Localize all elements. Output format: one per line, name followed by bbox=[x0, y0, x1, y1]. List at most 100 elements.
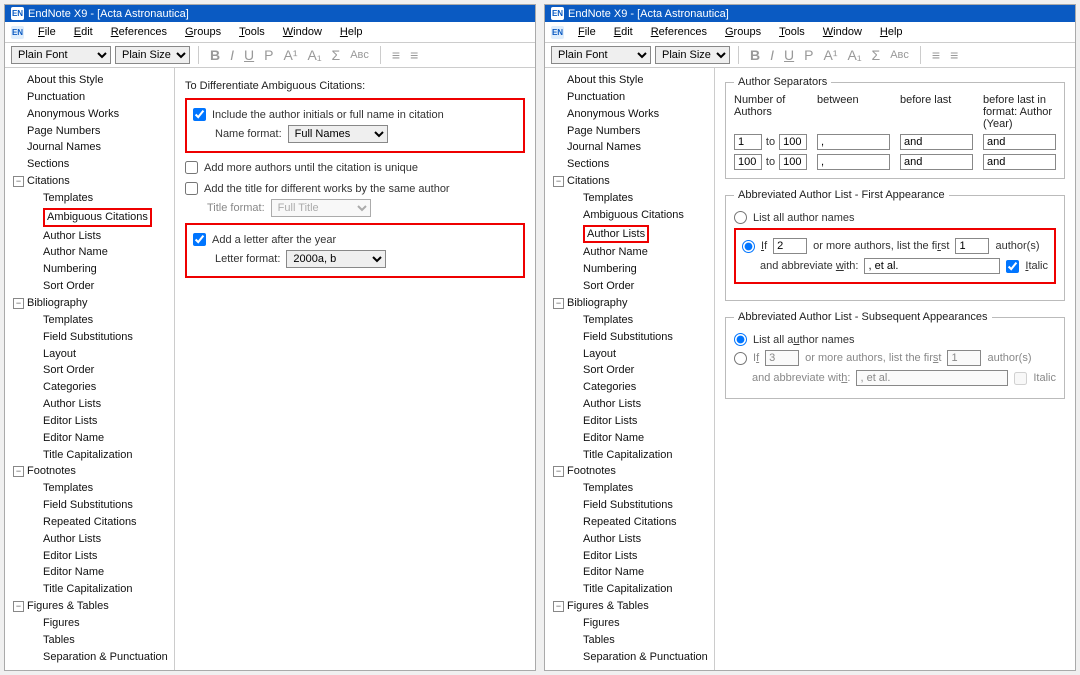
menu-help[interactable]: Help bbox=[872, 24, 911, 40]
tree-item[interactable]: Separation & Punctuation bbox=[5, 649, 174, 666]
tree-item[interactable]: Repeated Citations bbox=[5, 514, 174, 531]
tree-item[interactable]: Field Substitutions bbox=[5, 329, 174, 346]
tree-label[interactable]: Sort Order bbox=[43, 279, 94, 294]
case-icon[interactable]: Aʙᴄ bbox=[887, 49, 912, 61]
menu-tools[interactable]: Tools bbox=[231, 24, 273, 40]
case-icon[interactable]: Aʙᴄ bbox=[347, 49, 372, 61]
menu-file[interactable]: File bbox=[30, 24, 64, 40]
tree-item[interactable]: Field Substitutions bbox=[545, 497, 714, 514]
tree-item[interactable]: Editor Name bbox=[5, 430, 174, 447]
tree-label[interactable]: Sort Order bbox=[583, 363, 634, 378]
menu-tools[interactable]: Tools bbox=[771, 24, 813, 40]
tree-label[interactable]: Numbering bbox=[43, 262, 97, 277]
tree-label[interactable]: Field Substitutions bbox=[583, 330, 673, 345]
tree-label[interactable]: Figures bbox=[43, 616, 80, 631]
collapse-icon[interactable]: − bbox=[13, 176, 24, 187]
row2-before-fmt[interactable] bbox=[983, 154, 1056, 170]
tree-label[interactable]: Figures & Tables bbox=[27, 599, 109, 614]
row2-before[interactable] bbox=[900, 154, 973, 170]
tree-label[interactable]: Author Name bbox=[583, 245, 648, 260]
size-selector[interactable]: Plain Size bbox=[655, 46, 730, 64]
tree-item[interactable]: Field Substitutions bbox=[5, 497, 174, 514]
tree-item[interactable]: Layout bbox=[5, 346, 174, 363]
tree-label[interactable]: Templates bbox=[43, 191, 93, 206]
superscript-icon[interactable]: A¹ bbox=[280, 47, 300, 63]
tree-item[interactable]: Field Substitutions bbox=[545, 329, 714, 346]
subs-if-radio[interactable] bbox=[734, 352, 747, 365]
tree-item[interactable]: Editor Lists bbox=[545, 413, 714, 430]
italic-icon[interactable]: I bbox=[767, 47, 777, 63]
style-tree[interactable]: About this StylePunctuationAnonymous Wor… bbox=[545, 68, 715, 670]
tree-item[interactable]: Editor Name bbox=[545, 564, 714, 581]
tree-item[interactable]: Tables bbox=[5, 632, 174, 649]
collapse-icon[interactable]: − bbox=[553, 466, 564, 477]
add-letter-checkbox[interactable] bbox=[193, 233, 206, 246]
subscript-icon[interactable]: A₁ bbox=[844, 47, 864, 63]
menu-references[interactable]: References bbox=[643, 24, 715, 40]
tree-label[interactable]: Editor Name bbox=[583, 565, 644, 580]
tree-item[interactable]: Editor Lists bbox=[5, 548, 174, 565]
tree-label[interactable]: Page Numbers bbox=[567, 124, 640, 139]
tree-label[interactable]: Title Capitalization bbox=[43, 448, 132, 463]
tree-label[interactable]: Editor Lists bbox=[43, 549, 97, 564]
tree-item[interactable]: Numbering bbox=[5, 261, 174, 278]
tree-item[interactable]: −Bibliography bbox=[5, 295, 174, 312]
tree-item[interactable]: Sections bbox=[5, 156, 174, 173]
tree-item[interactable]: Author Name bbox=[545, 244, 714, 261]
tree-label[interactable]: Author Lists bbox=[583, 397, 641, 412]
tree-item[interactable]: Figures bbox=[545, 615, 714, 632]
tree-item[interactable]: Figures bbox=[5, 615, 174, 632]
tree-label[interactable]: Anonymous Works bbox=[27, 107, 119, 122]
tree-item[interactable]: Author Lists bbox=[545, 224, 714, 245]
first-abbrev-input[interactable] bbox=[864, 258, 1000, 274]
tree-item[interactable]: About this Style bbox=[5, 72, 174, 89]
tree-label[interactable]: Layout bbox=[43, 347, 76, 362]
tree-item[interactable]: Title Capitalization bbox=[545, 581, 714, 598]
tree-item[interactable]: Journal Names bbox=[545, 139, 714, 156]
menu-edit[interactable]: Edit bbox=[606, 24, 641, 40]
tree-label[interactable]: Numbering bbox=[583, 262, 637, 277]
font-selector[interactable]: Plain Font bbox=[11, 46, 111, 64]
tree-label[interactable]: Layout bbox=[583, 347, 616, 362]
tree-label[interactable]: Author Lists bbox=[43, 532, 101, 547]
menu-window[interactable]: Window bbox=[275, 24, 330, 40]
menu-groups[interactable]: Groups bbox=[177, 24, 229, 40]
tree-label[interactable]: Figures bbox=[583, 616, 620, 631]
tree-label[interactable]: Editor Lists bbox=[43, 414, 97, 429]
underline-icon[interactable]: U bbox=[781, 47, 797, 63]
tree-label[interactable]: Templates bbox=[583, 191, 633, 206]
tree-label[interactable]: Bibliography bbox=[27, 296, 88, 311]
tree-item[interactable]: −Figures & Tables bbox=[545, 598, 714, 615]
tree-item[interactable]: Templates bbox=[5, 480, 174, 497]
style-tree[interactable]: About this StylePunctuation Anonymous Wor… bbox=[5, 68, 175, 670]
tree-item[interactable]: Separation & Punctuation bbox=[545, 649, 714, 666]
tree-label[interactable]: Sort Order bbox=[43, 363, 94, 378]
tree-label[interactable]: Tables bbox=[583, 633, 615, 648]
first-if-radio[interactable] bbox=[742, 240, 755, 253]
tree-item[interactable]: Categories bbox=[5, 379, 174, 396]
tree-label[interactable]: Ambiguous Citations bbox=[583, 208, 684, 223]
tree-item[interactable]: −Footnotes bbox=[545, 463, 714, 480]
tree-label[interactable]: Punctuation bbox=[27, 90, 85, 105]
tree-label[interactable]: Title Capitalization bbox=[43, 582, 132, 597]
tree-item[interactable]: Sort Order bbox=[5, 278, 174, 295]
tree-label[interactable]: Journal Names bbox=[567, 140, 641, 155]
tree-label[interactable]: Repeated Citations bbox=[43, 515, 137, 530]
collapse-icon[interactable]: − bbox=[13, 298, 24, 309]
tree-item[interactable]: −Citations bbox=[545, 173, 714, 190]
tree-label[interactable]: Categories bbox=[43, 380, 96, 395]
tree-label[interactable]: Author Name bbox=[43, 245, 108, 260]
tree-label[interactable]: Citations bbox=[27, 174, 70, 189]
tree-label[interactable]: Categories bbox=[583, 380, 636, 395]
first-list-n[interactable] bbox=[955, 238, 989, 254]
tree-label[interactable]: Editor Lists bbox=[583, 549, 637, 564]
row1-before-fmt[interactable] bbox=[983, 134, 1056, 150]
tree-label[interactable]: Author Lists bbox=[43, 229, 101, 244]
tree-label[interactable]: Separation & Punctuation bbox=[43, 650, 168, 665]
letter-format-select[interactable]: 2000a, b bbox=[286, 250, 386, 268]
row1-before[interactable] bbox=[900, 134, 973, 150]
tree-item[interactable]: −Bibliography bbox=[545, 295, 714, 312]
collapse-icon[interactable]: − bbox=[553, 601, 564, 612]
tree-item[interactable]: Anonymous Works bbox=[545, 106, 714, 123]
tree-item[interactable]: Editor Name bbox=[5, 564, 174, 581]
